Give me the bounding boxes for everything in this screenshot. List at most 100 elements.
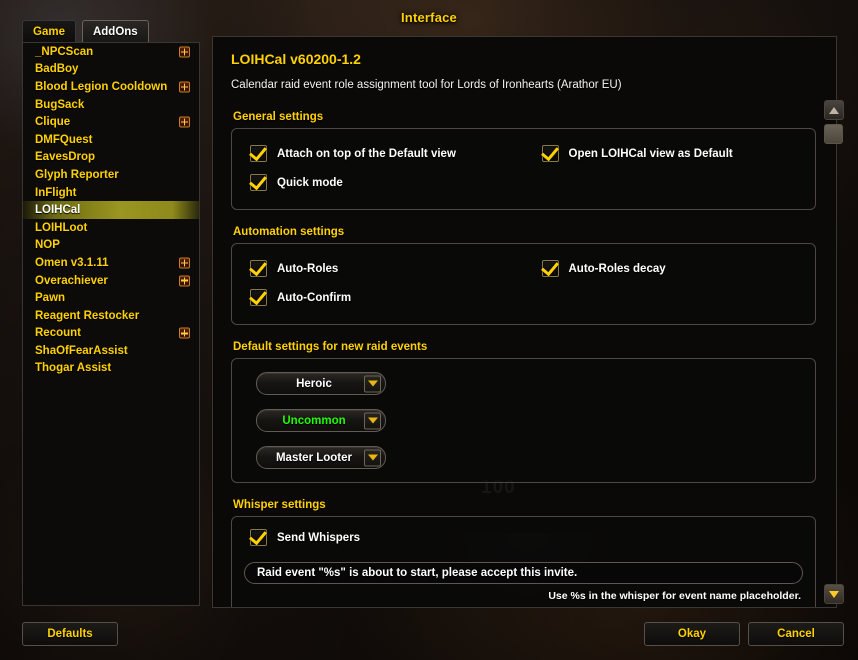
send-whispers-checkbox[interactable] xyxy=(250,529,267,546)
addon-list-item[interactable]: ShaOfFearAssist xyxy=(23,342,199,360)
addon-list-item[interactable]: Pawn xyxy=(23,289,199,307)
dropdown-value: Uncommon xyxy=(282,414,346,427)
addon-list-item[interactable]: Omen v3.1.11 xyxy=(23,254,199,272)
addon-list-item-label: EavesDrop xyxy=(35,151,96,164)
addon-list-item-label: Recount xyxy=(35,327,81,340)
expand-plus-icon[interactable] xyxy=(179,275,190,287)
addon-list-item[interactable]: BugSack xyxy=(23,96,199,114)
raid-defaults-group: Heroic Uncommon Master Looter xyxy=(231,358,816,483)
tab-game[interactable]: Game xyxy=(22,20,76,42)
send-whispers-label: Send Whispers xyxy=(277,531,361,544)
checkbox-label: Auto-Roles xyxy=(277,262,339,275)
tab-addons[interactable]: AddOns xyxy=(81,20,149,42)
addon-list-item[interactable]: Recount xyxy=(23,325,199,343)
addon-list-item-label: Overachiever xyxy=(35,274,108,287)
checkbox-row[interactable]: Auto-Confirm xyxy=(232,283,524,312)
automation-settings-group: Auto-Roles Auto-Roles decay Auto-Confirm xyxy=(231,243,816,325)
checkbox-row[interactable]: Attach on top of the Default view xyxy=(232,139,524,168)
dropdown-loot-quality[interactable]: Uncommon xyxy=(256,409,386,432)
addon-list-item-label: NOP xyxy=(35,239,60,252)
general-settings-group: Attach on top of the Default view Open LO… xyxy=(231,128,816,210)
checkbox-row[interactable]: Auto-Roles xyxy=(232,254,524,283)
whisper-settings-group: Send Whispers Raid event "%s" is about t… xyxy=(231,516,816,607)
addon-list-item[interactable]: Glyph Reporter xyxy=(23,166,199,184)
addon-list-item-label: DMFQuest xyxy=(35,133,93,146)
addon-list-item[interactable]: BadBoy xyxy=(23,61,199,79)
checkbox[interactable] xyxy=(250,260,267,277)
addon-list-item[interactable]: Clique xyxy=(23,113,199,131)
addon-list-item-label: InFlight xyxy=(35,186,77,199)
addon-list-item-label: LOIHLoot xyxy=(35,221,88,234)
addon-list-item-label: Blood Legion Cooldown xyxy=(35,80,168,93)
addon-list-item[interactable]: LOIHCal xyxy=(23,201,199,219)
addon-list-item[interactable]: InFlight xyxy=(23,184,199,202)
addon-list-item-label: LOIHCal xyxy=(35,204,81,217)
footer-bar: Defaults Okay Cancel xyxy=(0,610,858,660)
expand-plus-icon[interactable] xyxy=(179,81,190,93)
options-scrollbar[interactable] xyxy=(824,100,844,604)
addon-list-item-label: Thogar Assist xyxy=(35,362,112,375)
okay-button[interactable]: Okay xyxy=(644,622,740,646)
dropdown-value: Master Looter xyxy=(275,451,353,464)
checkbox[interactable] xyxy=(250,289,267,306)
addon-list-item[interactable]: Thogar Assist xyxy=(23,360,199,378)
addon-list-item-label: Reagent Restocker xyxy=(35,309,140,322)
dropdown-loot-method[interactable]: Master Looter xyxy=(256,446,386,469)
chevron-down-icon[interactable] xyxy=(364,449,381,466)
addon-list-item-label: Glyph Reporter xyxy=(35,168,119,181)
automation-settings-heading: Automation settings xyxy=(233,226,345,238)
addon-list-item-label: ShaOfFearAssist xyxy=(35,344,128,357)
scrollbar-thumb[interactable] xyxy=(824,124,843,144)
checkbox[interactable] xyxy=(250,174,267,191)
checkbox-row[interactable]: Open LOIHCal view as Default xyxy=(524,139,816,168)
expand-plus-icon[interactable] xyxy=(179,116,190,128)
checkbox-label: Auto-Confirm xyxy=(277,291,352,304)
checkbox[interactable] xyxy=(250,145,267,162)
dropdown-difficulty[interactable]: Heroic xyxy=(256,372,386,395)
addon-list-item-label: Omen v3.1.11 xyxy=(35,256,109,269)
whisper-message-input[interactable]: Raid event "%s" is about to start, pleas… xyxy=(244,562,803,584)
addon-list-item-label: _NPCScan xyxy=(35,45,94,58)
general-settings-heading: General settings xyxy=(233,111,324,123)
window-title: Interface xyxy=(401,9,457,25)
scroll-down-icon[interactable] xyxy=(824,584,844,604)
defaults-button[interactable]: Defaults xyxy=(22,622,118,646)
send-whispers-row[interactable]: Send Whispers xyxy=(232,517,815,550)
chevron-down-icon[interactable] xyxy=(364,412,381,429)
expand-plus-icon[interactable] xyxy=(179,327,190,339)
expand-plus-icon[interactable] xyxy=(179,257,190,269)
checkbox[interactable] xyxy=(541,260,559,277)
checkbox[interactable] xyxy=(541,145,559,162)
addon-list-item-label: BadBoy xyxy=(35,63,79,76)
whisper-hint: Use %s in the whisper for event name pla… xyxy=(548,590,801,602)
page-subtitle: Calendar raid event role assignment tool… xyxy=(231,79,622,91)
addon-list-item-label: BugSack xyxy=(35,98,85,111)
addon-list-item[interactable]: LOIHLoot xyxy=(23,219,199,237)
cancel-button[interactable]: Cancel xyxy=(748,622,844,646)
addon-list-item[interactable]: Overachiever xyxy=(23,272,199,290)
checkbox-label: Open LOIHCal view as Default xyxy=(568,147,733,160)
addon-list-item-label: Clique xyxy=(35,116,71,129)
checkbox-label: Quick mode xyxy=(277,176,343,189)
tab-bar: Game AddOns xyxy=(22,20,149,42)
options-panel: 100 LOIHCal v60200-1.2 Calendar raid eve… xyxy=(212,36,837,608)
checkbox-label: Attach on top of the Default view xyxy=(277,147,456,160)
addon-list-item[interactable]: Blood Legion Cooldown xyxy=(23,78,199,96)
page-title: LOIHCal v60200-1.2 xyxy=(231,51,361,67)
addon-list-item[interactable]: Reagent Restocker xyxy=(23,307,199,325)
addon-list-item[interactable]: DMFQuest xyxy=(23,131,199,149)
expand-plus-icon[interactable] xyxy=(179,46,190,58)
addon-list-item[interactable]: NOP xyxy=(23,237,199,255)
scroll-up-icon[interactable] xyxy=(824,100,844,120)
whisper-message-value: Raid event "%s" is about to start, pleas… xyxy=(257,567,578,579)
addon-list-item-label: Pawn xyxy=(35,292,66,305)
addon-list[interactable]: _NPCScan BadBoy Blood Legion Cooldown BugSa… xyxy=(22,42,200,606)
dropdown-value: Heroic xyxy=(296,377,332,390)
addon-list-item[interactable]: EavesDrop xyxy=(23,149,199,167)
addon-list-item[interactable]: _NPCScan xyxy=(23,43,199,61)
raid-defaults-heading: Default settings for new raid events xyxy=(233,341,428,353)
checkbox-row[interactable]: Auto-Roles decay xyxy=(524,254,816,283)
checkbox-row[interactable]: Quick mode xyxy=(232,168,524,197)
checkbox-label: Auto-Roles decay xyxy=(568,262,666,275)
chevron-down-icon[interactable] xyxy=(364,375,381,392)
